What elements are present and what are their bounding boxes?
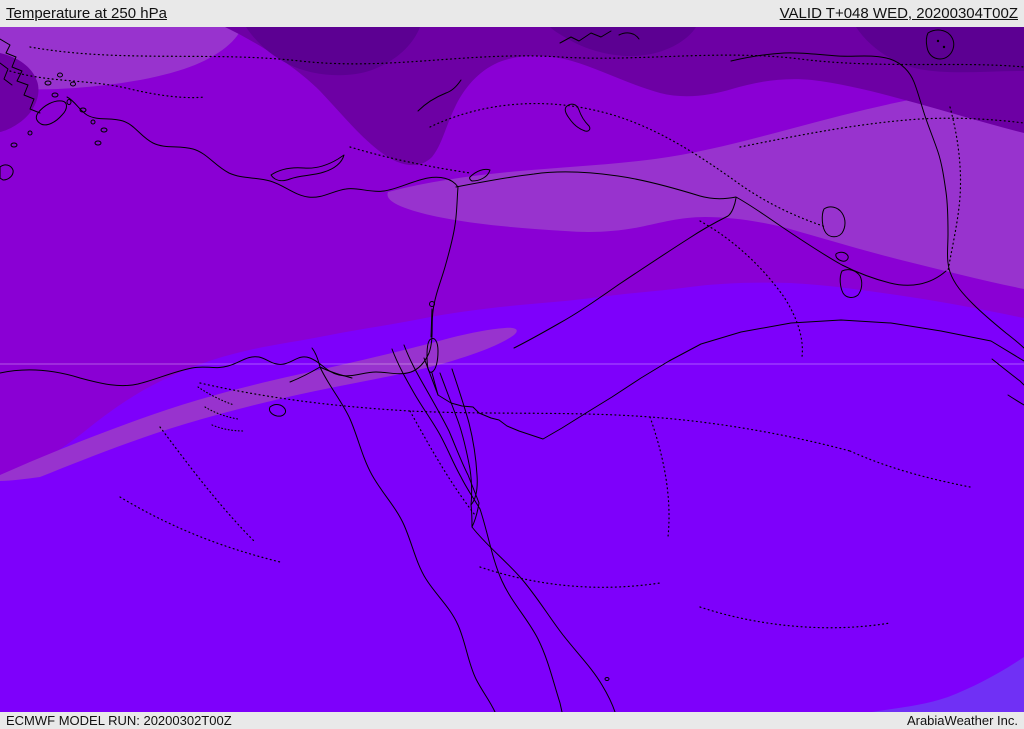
weather-map: [0, 27, 1024, 712]
temperature-map-canvas: [0, 27, 1024, 712]
urmia-island-2: [943, 46, 945, 48]
map-title: Temperature at 250 hPa: [6, 5, 167, 22]
footer-bar: ECMWF MODEL RUN: 20200302T00Z ArabiaWeat…: [0, 712, 1024, 729]
temperature-bands-layer: [0, 27, 1024, 712]
urmia-island-1: [937, 40, 939, 42]
header-bar: Temperature at 250 hPa VALID T+048 WED, …: [0, 0, 1024, 27]
credit-label: ArabiaWeather Inc.: [907, 713, 1018, 728]
valid-time-label: VALID T+048 WED, 20200304T00Z: [780, 5, 1018, 22]
weather-app-screenshot: Temperature at 250 hPa VALID T+048 WED, …: [0, 0, 1024, 729]
model-run-label: ECMWF MODEL RUN: 20200302T00Z: [6, 713, 232, 728]
